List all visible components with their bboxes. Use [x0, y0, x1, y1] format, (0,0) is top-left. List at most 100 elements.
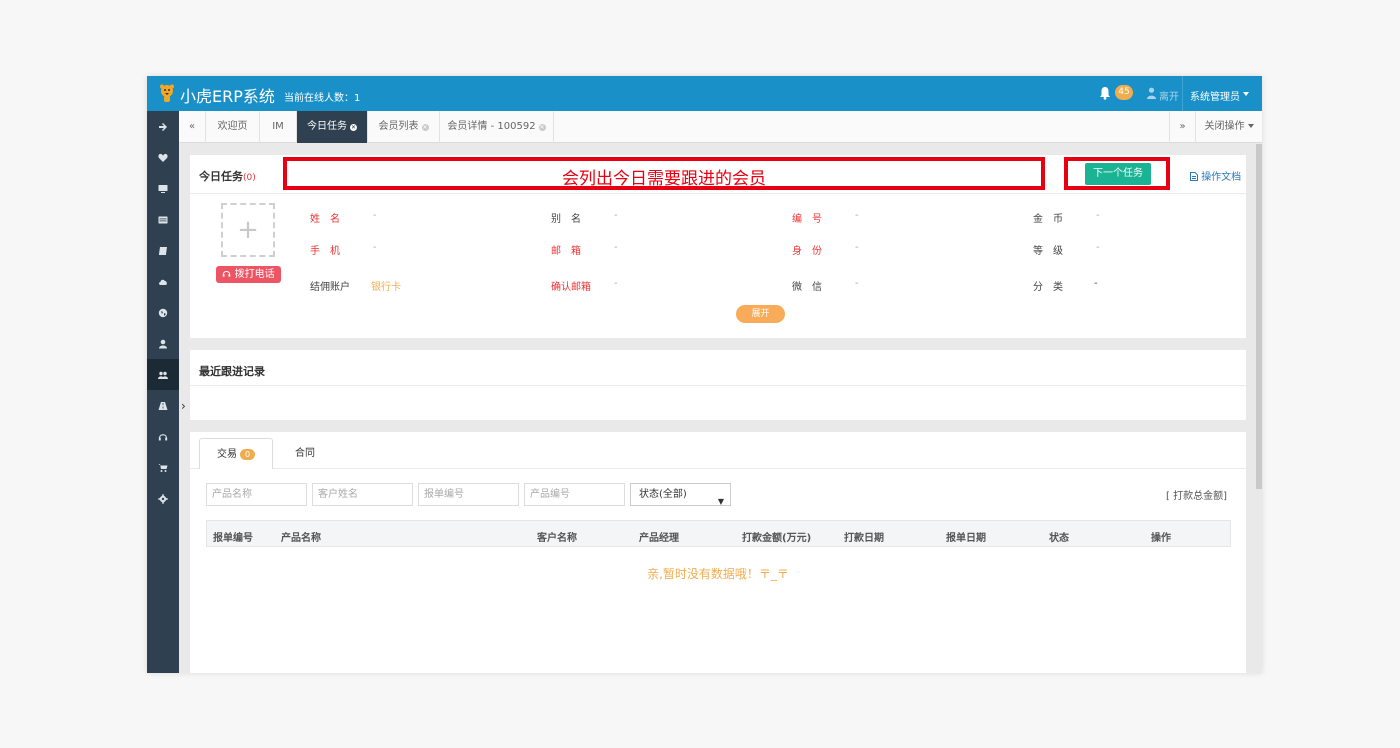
followup-title: 最近跟进记录 — [199, 365, 265, 378]
sidebar-item-road[interactable] — [147, 390, 179, 421]
next-task-button[interactable]: 下一个任务 — [1085, 163, 1151, 185]
tab-label: IM — [272, 121, 284, 132]
tab-member-detail[interactable]: 会员详情 - 100592 ✕ — [440, 111, 554, 143]
panel-title: 今日任务(0) — [199, 168, 256, 184]
tab-divider — [190, 468, 1246, 469]
customer-name-input[interactable]: 客户姓名 — [312, 483, 413, 506]
field-commission-label: 结佣账户 — [310, 282, 350, 293]
field-identity-label: 身 份 — [792, 246, 822, 257]
tiger-logo-icon — [160, 84, 174, 102]
panel-divider — [190, 193, 1246, 194]
close-operations-menu[interactable]: 关闭操作 — [1196, 111, 1262, 143]
user-menu[interactable]: 系统管理员 — [1190, 88, 1240, 103]
annotation-box: 会列出今日需要跟进的会员 — [283, 157, 1045, 190]
col-actions: 操作 — [1151, 533, 1171, 544]
field-level-label: 等 级 — [1033, 246, 1063, 257]
sidebar-item-list[interactable] — [147, 204, 179, 235]
close-ops-label: 关闭操作 — [1204, 121, 1245, 132]
tab-trade[interactable]: 交易 0 — [199, 438, 273, 469]
sidebar-item-settings[interactable] — [147, 483, 179, 514]
leave-status[interactable]: 离开 — [1159, 88, 1179, 103]
followup-panel: 最近跟进记录 — [190, 350, 1246, 420]
notification-badge[interactable]: 45 — [1115, 85, 1133, 100]
field-coins-value: - — [1096, 210, 1100, 221]
settings-icon — [158, 493, 168, 504]
sidebar-item-favorites[interactable] — [147, 142, 179, 173]
tab-bar: « 欢迎页 IM 今日任务 ✕ 会员列表 ✕ 会员详情 - 100592 ✕ » 关闭… — [179, 111, 1262, 143]
call-phone-button[interactable]: 拨打电话 — [216, 266, 281, 283]
plus-icon: + — [237, 215, 259, 245]
table-header: 报单编号 产品名称 客户名称 产品经理 打款金额(万元) 打款日期 报单日期 状… — [206, 520, 1231, 547]
field-identity-value: - — [855, 242, 859, 253]
heart-icon — [158, 153, 168, 162]
headset-icon — [158, 433, 168, 440]
today-task-panel: 今日任务(0) 会列出今日需要跟进的会员 下一个任务 操作文档 + 拨打电话 姓… — [190, 155, 1246, 338]
sidebar-item-cart[interactable] — [147, 452, 179, 483]
field-alias-label: 别 名 — [551, 214, 581, 225]
product-name-input[interactable]: 产品名称 — [206, 483, 307, 506]
col-product-manager: 产品经理 — [639, 533, 679, 544]
total-amount-link[interactable]: [ 打款总金额] — [1166, 487, 1227, 502]
tab-contract[interactable]: 合同 — [273, 438, 337, 469]
sidebar — [147, 111, 179, 673]
chevron-down-icon — [1247, 124, 1254, 128]
close-icon[interactable]: ✕ — [421, 124, 429, 131]
close-icon[interactable]: ✕ — [350, 124, 357, 131]
col-quote-date: 报单日期 — [946, 533, 986, 544]
field-category-value: - — [1094, 278, 1098, 289]
today-task-title: 今日任务 — [199, 170, 243, 183]
sidebar-item-desktop[interactable] — [147, 173, 179, 204]
task-count: (0) — [243, 173, 256, 183]
expand-button[interactable]: 展开 — [736, 305, 785, 323]
sidebar-item-support[interactable] — [147, 421, 179, 452]
status-select[interactable]: 状态(全部) ▼ — [630, 483, 731, 506]
sidebar-item-members[interactable] — [147, 359, 179, 390]
field-commission-value: 银行卡 — [371, 282, 401, 293]
tab-label: 会员详情 - 100592 — [447, 121, 536, 132]
arrow-right-icon — [159, 122, 167, 131]
field-phone-label: 手 机 — [310, 246, 340, 257]
col-payment-date: 打款日期 — [844, 533, 884, 544]
headset-icon — [223, 271, 231, 277]
tab-today-tasks[interactable]: 今日任务 ✕ — [297, 111, 368, 143]
operation-doc-link[interactable]: 操作文档 — [1190, 168, 1241, 183]
sidebar-item-book[interactable] — [147, 235, 179, 266]
tab-label: 会员列表 — [378, 121, 419, 132]
tab-scroll-left[interactable]: « — [179, 111, 206, 143]
monitor-icon — [158, 184, 168, 193]
bell-icon[interactable] — [1099, 86, 1111, 100]
product-number-input[interactable]: 产品编号 — [524, 483, 625, 506]
chevron-right-icon[interactable]: › — [181, 399, 186, 413]
top-header: 小虎ERP系统 当前在线人数：1 45 离开 系统管理员 — [147, 76, 1262, 111]
call-label: 拨打电话 — [234, 269, 275, 280]
field-name-label: 姓 名 — [310, 214, 340, 225]
field-level-value: - — [1096, 242, 1100, 253]
tab-scroll-right[interactable]: » — [1169, 111, 1196, 143]
globe-icon — [158, 308, 168, 317]
sidebar-item-globe[interactable] — [147, 297, 179, 328]
field-number-label: 编 号 — [792, 214, 822, 225]
quote-number-input[interactable]: 报单编号 — [418, 483, 519, 506]
status-selected: 状态(全部) — [639, 489, 687, 500]
tab-im[interactable]: IM — [260, 111, 297, 143]
avatar-upload[interactable]: + — [221, 203, 275, 257]
tab-welcome[interactable]: 欢迎页 — [206, 111, 260, 143]
field-email-value: - — [614, 242, 618, 253]
chevron-down-icon[interactable] — [1243, 92, 1249, 96]
sidebar-item-cloud[interactable] — [147, 266, 179, 297]
sidebar-item-user[interactable] — [147, 328, 179, 359]
field-confirm-email-value: - — [614, 278, 618, 289]
scrollbar-thumb[interactable] — [1256, 144, 1262, 489]
sidebar-toggle[interactable] — [147, 111, 179, 142]
users-icon — [158, 371, 168, 379]
field-email-label: 邮 箱 — [551, 246, 581, 257]
close-icon[interactable]: ✕ — [538, 124, 546, 131]
cart-icon — [158, 463, 168, 472]
field-phone-value: - — [373, 242, 377, 253]
tab-member-list[interactable]: 会员列表 ✕ — [368, 111, 440, 143]
field-coins-label: 金 币 — [1033, 214, 1063, 225]
scrollbar-track[interactable] — [1256, 144, 1262, 673]
field-wechat-label: 微 信 — [792, 282, 822, 293]
user-icon — [159, 339, 167, 348]
brand-title: 小虎ERP系统 — [180, 87, 275, 106]
